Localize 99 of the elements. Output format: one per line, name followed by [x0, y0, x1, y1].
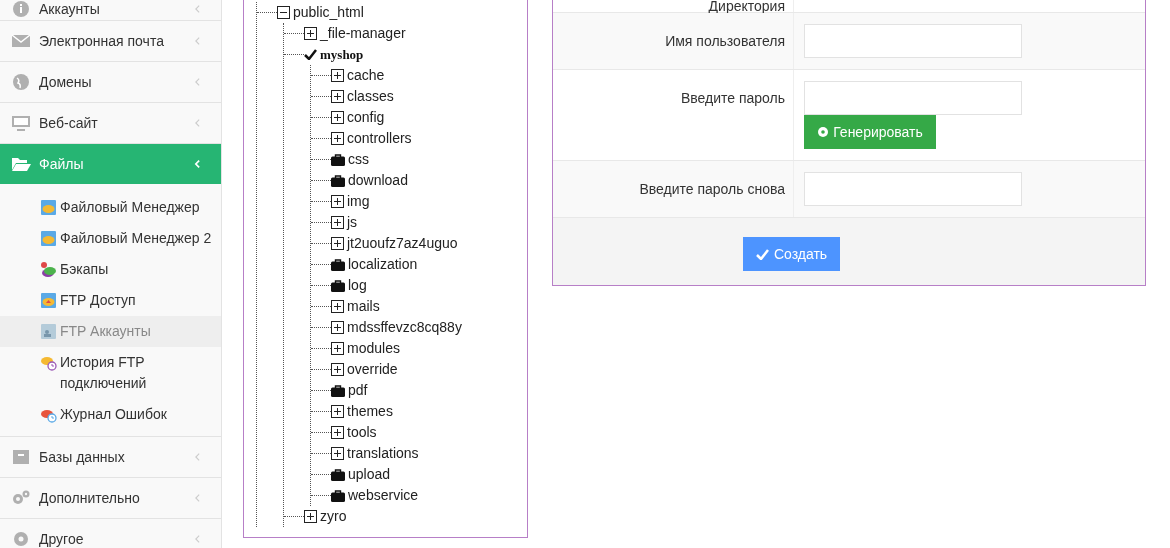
- gear-icon: [817, 126, 830, 138]
- expand-box-icon[interactable]: [304, 27, 317, 40]
- briefcase-icon: [331, 153, 345, 166]
- folder-name[interactable]: config: [347, 107, 385, 128]
- submenu-item[interactable]: Бэкапы: [0, 254, 221, 285]
- folder-name[interactable]: pdf: [348, 380, 368, 401]
- cloud-file-icon: [40, 230, 57, 247]
- field-label: Введите пароль снова: [638, 180, 785, 199]
- house-file-icon: [40, 292, 57, 309]
- field-label: Имя пользователя: [664, 32, 785, 51]
- folder-name[interactable]: localization: [348, 254, 418, 275]
- folder-name[interactable]: controllers: [347, 128, 412, 149]
- submenu-item[interactable]: Файловый Менеджер: [0, 192, 221, 223]
- submenu-item[interactable]: FTP Доступ: [0, 285, 221, 316]
- expand-box-icon[interactable]: [331, 216, 344, 229]
- expand-box-icon[interactable]: [331, 447, 344, 460]
- sidebar-item[interactable]: Аккаунты: [0, 0, 221, 20]
- submenu-item-label: История FTP подключений: [60, 353, 148, 393]
- users-file-icon: [40, 323, 57, 340]
- expand-box-icon[interactable]: [331, 132, 344, 145]
- sidebar-item-label: Дополнительно: [39, 488, 141, 508]
- expand-box-icon[interactable]: [331, 342, 344, 355]
- submenu-item-label: Файловый Менеджер 2: [60, 229, 212, 248]
- expand-box-icon[interactable]: [331, 90, 344, 103]
- expand-box-icon[interactable]: [331, 321, 344, 334]
- sidebar-item[interactable]: Домены: [0, 62, 221, 102]
- expand-box-icon[interactable]: [331, 111, 344, 124]
- submenu-item[interactable]: Журнал Ошибок: [0, 399, 221, 430]
- sidebar-item[interactable]: Дополнительно: [0, 478, 221, 518]
- submenu-item-label: Файловый Менеджер: [60, 198, 200, 217]
- briefcase-icon: [331, 258, 345, 271]
- submenu-item-label: FTP Аккаунты: [60, 322, 151, 341]
- expand-box-icon[interactable]: [331, 195, 344, 208]
- folder-name[interactable]: jt2uoufz7az4uguo: [347, 233, 458, 254]
- expand-box-icon[interactable]: [331, 363, 344, 376]
- folder-name[interactable]: themes: [347, 401, 393, 422]
- sidebar-item-label: Электронная почта: [39, 31, 165, 51]
- submenu-item[interactable]: Файловый Менеджер 2: [0, 223, 221, 254]
- folder-name[interactable]: modules: [347, 338, 400, 359]
- sidebar-item[interactable]: Базы данных: [0, 437, 221, 477]
- expand-box-icon[interactable]: [331, 405, 344, 418]
- field-label: Директория: [707, 0, 785, 12]
- sidebar-item-label: Другое: [39, 529, 85, 548]
- folder-name[interactable]: classes: [347, 86, 394, 107]
- text-field[interactable]: [804, 24, 1022, 58]
- folder-name[interactable]: js: [347, 212, 358, 233]
- expand-box-icon[interactable]: [331, 69, 344, 82]
- folder-name[interactable]: log: [348, 275, 367, 296]
- folder-name[interactable]: css: [348, 149, 369, 170]
- sidebar-item[interactable]: Электронная почта: [0, 21, 221, 61]
- folder-name[interactable]: translations: [347, 443, 419, 464]
- folder-name[interactable]: public_html: [293, 2, 364, 23]
- folder-name[interactable]: myshop: [320, 44, 364, 65]
- checkmark-icon: [304, 49, 317, 60]
- checkmark-icon: [755, 248, 769, 260]
- sidebar-item[interactable]: Другое: [0, 519, 221, 548]
- sidebar-item-label: Файлы: [39, 154, 85, 174]
- field-label: Введите пароль: [679, 89, 785, 108]
- sidebar-item-label: Домены: [39, 72, 93, 92]
- sidebar-item-label: Веб-сайт: [39, 113, 99, 133]
- expand-box-icon[interactable]: [331, 237, 344, 250]
- briefcase-icon: [331, 174, 345, 187]
- folder-name[interactable]: mdssffevzc8cq88y: [347, 317, 462, 338]
- expand-box-icon[interactable]: [304, 510, 317, 523]
- folder-name[interactable]: img: [347, 191, 370, 212]
- cloud-icon: [40, 261, 57, 278]
- briefcase-icon: [331, 489, 345, 502]
- folder-name[interactable]: mails: [347, 296, 380, 317]
- briefcase-icon: [331, 384, 345, 397]
- folder-name[interactable]: override: [347, 359, 398, 380]
- globe-icon: [11, 73, 31, 91]
- folder-name[interactable]: cache: [347, 65, 385, 86]
- submenu-item-label: FTP Доступ: [60, 291, 136, 310]
- folder-name[interactable]: _file-manager: [320, 23, 406, 44]
- envelope-icon: [11, 32, 31, 50]
- briefcase-icon: [331, 468, 345, 481]
- sidebar-item-label: Базы данных: [39, 447, 126, 467]
- sidebar-item-label: Аккаунты: [39, 0, 101, 19]
- password-field[interactable]: [804, 81, 1022, 115]
- cloud-file-icon: [40, 199, 57, 216]
- folder-name[interactable]: zyro: [320, 506, 347, 527]
- folder-name[interactable]: webservice: [348, 485, 419, 506]
- folder-name[interactable]: tools: [347, 422, 377, 443]
- submenu-item[interactable]: История FTP подключений: [0, 347, 221, 399]
- collapse-box-icon[interactable]: [277, 6, 290, 19]
- sidebar-item[interactable]: Веб-сайт: [0, 103, 221, 143]
- submenu-item-label: Журнал Ошибок: [60, 405, 167, 424]
- briefcase-icon: [331, 279, 345, 292]
- folder-name[interactable]: upload: [348, 464, 391, 485]
- monitor-icon: [11, 114, 31, 132]
- folder-name[interactable]: download: [348, 170, 408, 191]
- expand-box-icon[interactable]: [331, 300, 344, 313]
- archive-icon: [11, 448, 31, 466]
- gears-icon: [11, 489, 31, 507]
- submenu-item-label: Бэкапы: [60, 260, 109, 279]
- folder-open-icon: [11, 155, 31, 173]
- cloud-clock-icon: [40, 354, 57, 371]
- text-field[interactable]: [804, 172, 1022, 206]
- expand-box-icon[interactable]: [331, 426, 344, 439]
